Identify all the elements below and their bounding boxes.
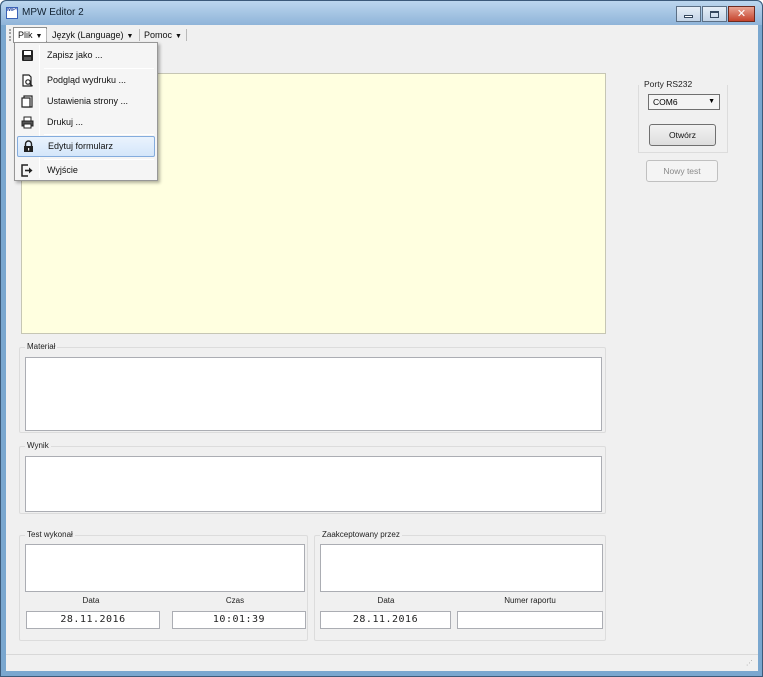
menu-file[interactable]: Plik ▼ <box>13 27 48 43</box>
printer-icon <box>21 116 34 129</box>
result-group: Wynik <box>19 441 606 514</box>
menu-item-label: Podgląd wydruku ... <box>47 75 127 85</box>
window-title: MPW Editor 2 <box>22 7 84 18</box>
tested-by-textbox[interactable] <box>25 544 305 592</box>
menu-language-label: Język (Language) <box>52 30 124 40</box>
title-bar[interactable]: MPW MPW Editor 2 ✕ <box>1 1 762 25</box>
page-setup-icon <box>21 95 33 108</box>
chevron-down-icon: ▼ <box>708 98 715 105</box>
file-menu-dropdown: Zapisz jako ... Podgląd wydruku ... Usta… <box>14 42 158 181</box>
resize-grip-icon[interactable]: ⋰ <box>746 660 754 668</box>
new-test-button[interactable]: Nowy test <box>646 160 718 182</box>
tested-by-group-title: Test wykonał <box>25 530 75 539</box>
com-port-value: COM6 <box>653 97 678 107</box>
report-number-field[interactable] <box>457 611 603 629</box>
print-preview-icon <box>22 74 33 87</box>
menu-help-label: Pomoc <box>144 30 173 40</box>
menu-separator <box>186 29 187 41</box>
material-group-title: Materiał <box>25 342 58 351</box>
menu-help[interactable]: Pomoc ▼ <box>140 27 186 43</box>
material-textbox[interactable] <box>25 357 602 431</box>
menu-separator <box>46 29 47 41</box>
com-port-select[interactable]: COM6 ▼ <box>648 94 720 110</box>
accepted-by-group-title: Zaakceptowany przez <box>320 530 402 539</box>
material-group: Materiał <box>19 342 606 433</box>
open-port-button[interactable]: Otwórz <box>649 124 716 146</box>
close-button[interactable]: ✕ <box>728 6 755 22</box>
save-icon <box>22 50 33 61</box>
minimize-icon <box>684 15 693 18</box>
menu-separator <box>44 134 154 135</box>
menu-item-label: Ustawienia strony ... <box>47 96 129 106</box>
test-date-field[interactable]: 28.11.2016 <box>26 611 160 629</box>
result-group-title: Wynik <box>25 441 51 450</box>
accepted-by-textbox[interactable] <box>320 544 603 592</box>
test-date-label: Data <box>82 596 100 605</box>
chevron-down-icon: ▼ <box>175 33 182 40</box>
minimize-button[interactable] <box>676 6 701 22</box>
accept-date-label: Data <box>377 596 395 605</box>
menu-file-label: Plik <box>18 30 33 40</box>
test-time-label: Czas <box>225 596 245 605</box>
status-bar: ⋰ <box>6 654 758 671</box>
close-icon: ✕ <box>736 7 747 20</box>
test-time-field[interactable]: 10:01:39 <box>172 611 306 629</box>
accepted-by-group: Zaakceptowany przez Data Numer raportu 2… <box>314 530 606 641</box>
menu-separator <box>44 68 154 69</box>
result-textbox[interactable] <box>25 456 602 512</box>
app-icon: MPW <box>6 7 18 19</box>
lock-icon <box>24 140 33 152</box>
exit-icon <box>21 164 33 177</box>
menu-item-exit[interactable]: Wyjście <box>17 160 155 181</box>
menu-item-print[interactable]: Drukuj ... <box>17 112 155 133</box>
menu-item-label: Wyjście <box>47 165 78 175</box>
maximize-icon <box>710 10 719 18</box>
report-number-label: Numer raportu <box>504 596 556 605</box>
window-controls: ✕ <box>676 6 755 22</box>
menu-item-save-as[interactable]: Zapisz jako ... <box>17 45 155 66</box>
menu-item-label: Zapisz jako ... <box>47 50 103 60</box>
ports-group-title: Porty RS232 <box>644 79 693 89</box>
toolbar-grip[interactable] <box>9 29 11 41</box>
maximize-button[interactable] <box>702 6 727 22</box>
menu-item-edit-form[interactable]: Edytuj formularz <box>17 136 155 157</box>
accept-date-field[interactable]: 28.11.2016 <box>320 611 451 629</box>
menu-language[interactable]: Język (Language) ▼ <box>48 27 137 43</box>
tested-by-group: Test wykonał Data Czas 28.11.2016 10:01:… <box>19 530 308 641</box>
menu-item-label: Drukuj ... <box>47 117 84 127</box>
menu-item-label: Edytuj formularz <box>48 141 114 151</box>
app-window: MPW MPW Editor 2 ✕ Plik▼ Język (Language… <box>0 0 763 677</box>
menu-item-print-preview[interactable]: Podgląd wydruku ... <box>17 70 155 91</box>
menu-item-page-setup[interactable]: Ustawienia strony ... <box>17 91 155 112</box>
